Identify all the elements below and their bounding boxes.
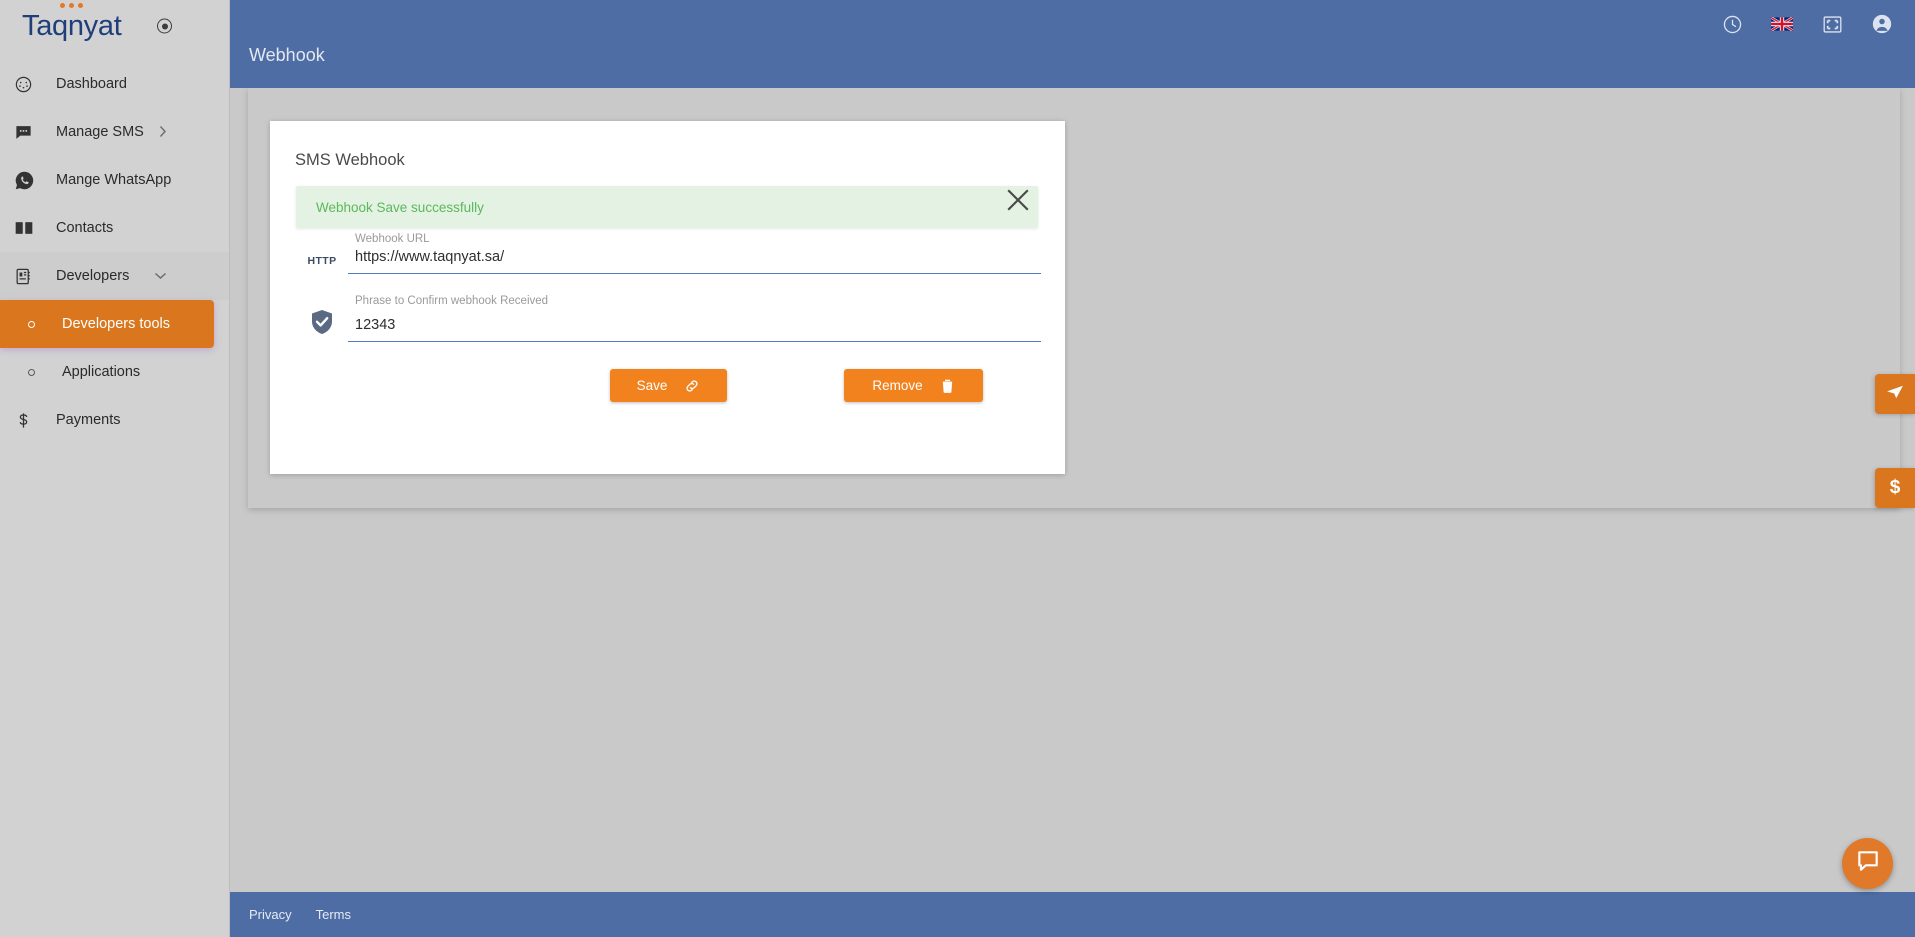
chat-bubble-button[interactable] bbox=[1842, 838, 1893, 889]
sidebar-item-label: Contacts bbox=[56, 220, 114, 236]
phrase-field-group: Phrase to Confirm webhook Received bbox=[296, 295, 1041, 342]
sidebar: Taqnyat Dashboard Manage SMS Mange Whats… bbox=[0, 0, 230, 937]
chat-message-icon bbox=[14, 120, 44, 144]
chat-bubble-icon bbox=[1855, 848, 1881, 879]
close-x-icon[interactable] bbox=[997, 179, 1039, 221]
sidebar-item-developers-tools[interactable]: Developers tools bbox=[0, 300, 214, 348]
sidebar-item-manage-sms[interactable]: Manage SMS bbox=[0, 108, 229, 156]
sidebar-item-label: Developers tools bbox=[62, 316, 170, 332]
sidebar-item-applications[interactable]: Applications bbox=[0, 348, 229, 396]
remove-button[interactable]: Remove bbox=[844, 369, 983, 402]
footer-link-privacy[interactable]: Privacy bbox=[249, 907, 292, 922]
save-button-label: Save bbox=[636, 378, 668, 393]
trash-bin-icon bbox=[940, 378, 955, 394]
bullet-circle-icon bbox=[14, 360, 44, 384]
sidebar-item-payments[interactable]: Payments bbox=[0, 396, 229, 444]
phrase-input[interactable] bbox=[348, 315, 1041, 342]
sidebar-item-label: Applications bbox=[62, 364, 141, 380]
webhook-url-field-group: Webhook URL HTTP bbox=[296, 233, 1041, 274]
page-title: Webhook bbox=[249, 45, 325, 65]
sidebar-item-label: Mange WhatsApp bbox=[56, 172, 172, 188]
logo-dots-icon bbox=[60, 2, 83, 8]
remove-button-label: Remove bbox=[872, 378, 923, 393]
notebook-icon bbox=[14, 264, 44, 288]
top-bar: Webhook bbox=[230, 0, 1915, 88]
sidebar-item-manage-whatsapp[interactable]: Mange WhatsApp bbox=[0, 156, 229, 204]
webhook-url-input[interactable] bbox=[348, 247, 1041, 274]
success-alert: Webhook Save successfully bbox=[296, 186, 1038, 228]
sidebar-item-developers[interactable]: Developers bbox=[0, 252, 229, 300]
content-panel: SMS Webhook Webhook Save successfully We… bbox=[248, 88, 1900, 508]
webhook-url-label: Webhook URL bbox=[355, 233, 430, 245]
sidebar-item-label: Developers bbox=[56, 268, 130, 284]
whatsapp-icon bbox=[14, 168, 44, 192]
save-button[interactable]: Save bbox=[610, 369, 727, 402]
dollar-sign-icon: $ bbox=[1889, 477, 1901, 498]
alert-message: Webhook Save successfully bbox=[316, 199, 484, 215]
chevron-right-icon bbox=[159, 125, 167, 140]
fullscreen-icon[interactable] bbox=[1821, 13, 1843, 35]
http-tag-icon: HTTP bbox=[307, 255, 337, 267]
uk-flag-icon[interactable] bbox=[1771, 13, 1793, 35]
topbar-icon-group bbox=[1721, 13, 1893, 35]
sidebar-item-dashboard[interactable]: Dashboard bbox=[0, 60, 229, 108]
dashboard-gauge-icon bbox=[14, 72, 44, 96]
sidebar-collapse-toggle[interactable] bbox=[157, 18, 172, 34]
brand-name: Taqnyat bbox=[22, 9, 122, 42]
chevron-down-icon bbox=[154, 270, 167, 282]
card-title: SMS Webhook bbox=[295, 151, 405, 169]
shield-check-icon bbox=[296, 309, 348, 342]
phrase-label: Phrase to Confirm webhook Received bbox=[355, 295, 549, 307]
sidebar-nav: Dashboard Manage SMS Mange WhatsApp Cont… bbox=[0, 60, 229, 444]
brand-logo[interactable]: Taqnyat bbox=[0, 0, 229, 52]
footer: Privacy Terms bbox=[230, 892, 1915, 937]
payments-tab[interactable]: $ bbox=[1875, 468, 1915, 508]
footer-link-terms[interactable]: Terms bbox=[316, 907, 351, 922]
user-avatar-icon[interactable] bbox=[1871, 13, 1893, 35]
sidebar-item-label: Manage SMS bbox=[56, 124, 144, 140]
send-paper-plane-tab[interactable] bbox=[1875, 374, 1915, 414]
sms-webhook-card: SMS Webhook Webhook Save successfully We… bbox=[270, 121, 1065, 474]
sidebar-item-label: Payments bbox=[56, 412, 121, 428]
paper-plane-icon bbox=[1885, 382, 1905, 407]
link-chain-icon bbox=[684, 378, 700, 394]
open-book-icon bbox=[14, 216, 44, 240]
dollar-sign-icon bbox=[14, 408, 44, 432]
sidebar-item-label: Dashboard bbox=[56, 76, 127, 92]
clock-icon[interactable] bbox=[1721, 13, 1743, 35]
bullet-circle-icon bbox=[14, 312, 44, 336]
sidebar-item-contacts[interactable]: Contacts bbox=[0, 204, 229, 252]
